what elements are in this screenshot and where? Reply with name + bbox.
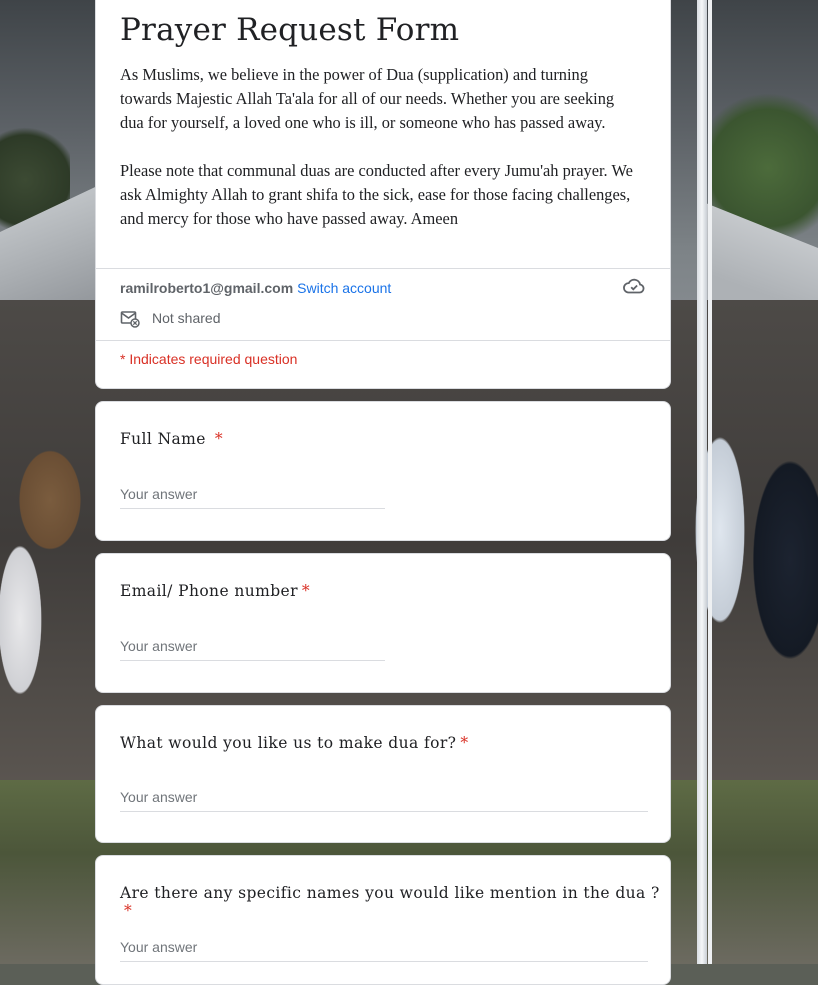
form-description-paragraph: As Muslims, we believe in the power of D… — [120, 65, 615, 132]
divider — [96, 268, 670, 269]
required-asterisk: * — [460, 734, 469, 752]
form-description-paragraph: Please note that communal duas are condu… — [120, 161, 633, 228]
question-title: Full Name * — [120, 430, 224, 448]
question-title: Are there any specific names you would l… — [120, 884, 660, 920]
specific-names-input[interactable] — [120, 939, 648, 962]
switch-account-link[interactable]: Switch account — [297, 280, 391, 296]
account-row: ramilroberto1@gmail.com Switch account — [120, 280, 391, 296]
question-card-full-name: Full Name * — [95, 401, 671, 541]
mail-not-shared-icon — [120, 308, 140, 328]
form-header-card: Prayer Request Form As Muslims, we belie… — [95, 0, 671, 389]
question-title: Email/ Phone number * — [120, 582, 311, 600]
question-title: What would you like us to make dua for? * — [120, 734, 469, 752]
question-card-email-phone: Email/ Phone number * — [95, 553, 671, 693]
cloud-done-icon[interactable] — [622, 274, 646, 298]
required-asterisk: * — [124, 902, 133, 920]
email-phone-input[interactable] — [120, 638, 385, 661]
divider — [96, 340, 670, 341]
sharing-status-text: Not shared — [152, 310, 221, 326]
required-asterisk: * — [214, 430, 224, 448]
full-name-input[interactable] — [120, 486, 385, 509]
dua-reason-input[interactable] — [120, 789, 648, 812]
form-title: Prayer Request Form — [120, 12, 460, 48]
question-card-dua-reason: What would you like us to make dua for? * — [95, 705, 671, 843]
required-note: * Indicates required question — [120, 351, 298, 367]
account-email: ramilroberto1@gmail.com — [120, 280, 294, 296]
form-description: As Muslims, we believe in the power of D… — [120, 63, 640, 255]
required-asterisk: * — [301, 582, 311, 600]
question-card-specific-names: Are there any specific names you would l… — [95, 855, 671, 985]
sharing-status-row: Not shared — [120, 308, 220, 328]
